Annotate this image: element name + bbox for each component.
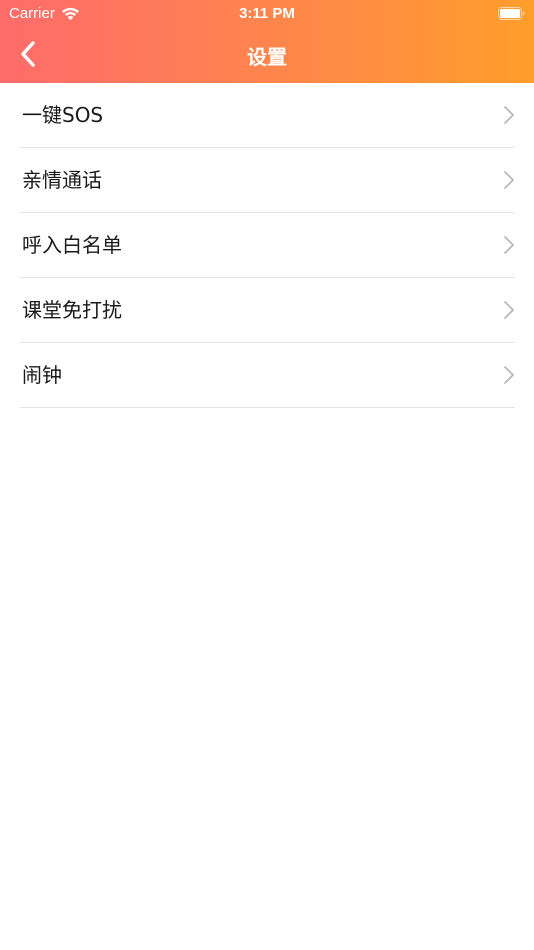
chevron-right-icon <box>504 106 514 124</box>
settings-item-label: 呼入白名单 <box>22 233 122 257</box>
settings-list: 一键SOS 亲情通话 呼入白名单 课堂免打扰 闹钟 <box>0 83 534 408</box>
settings-item-alarm[interactable]: 闹钟 <box>20 343 515 408</box>
settings-item-class-do-not-disturb[interactable]: 课堂免打扰 <box>20 278 515 343</box>
chevron-right-icon <box>504 236 514 254</box>
settings-item-label: 课堂免打扰 <box>22 298 122 322</box>
status-bar: Carrier 3:11 PM <box>0 0 534 28</box>
settings-item-sos[interactable]: 一键SOS <box>20 83 515 148</box>
settings-item-label: 闹钟 <box>22 363 62 387</box>
chevron-right-icon <box>504 301 514 319</box>
settings-item-incoming-whitelist[interactable]: 呼入白名单 <box>20 213 515 278</box>
battery-icon <box>498 7 525 20</box>
nav-bar: 设置 <box>0 28 534 83</box>
status-time: 3:11 PM <box>239 5 295 22</box>
chevron-right-icon <box>504 171 514 189</box>
app-header: Carrier 3:11 PM 设置 <box>0 0 534 83</box>
page-title: 设置 <box>247 45 287 69</box>
settings-item-family-call[interactable]: 亲情通话 <box>20 148 515 213</box>
settings-item-label: 亲情通话 <box>22 168 102 192</box>
settings-item-label: 一键SOS <box>22 103 104 127</box>
chevron-right-icon <box>504 366 514 384</box>
